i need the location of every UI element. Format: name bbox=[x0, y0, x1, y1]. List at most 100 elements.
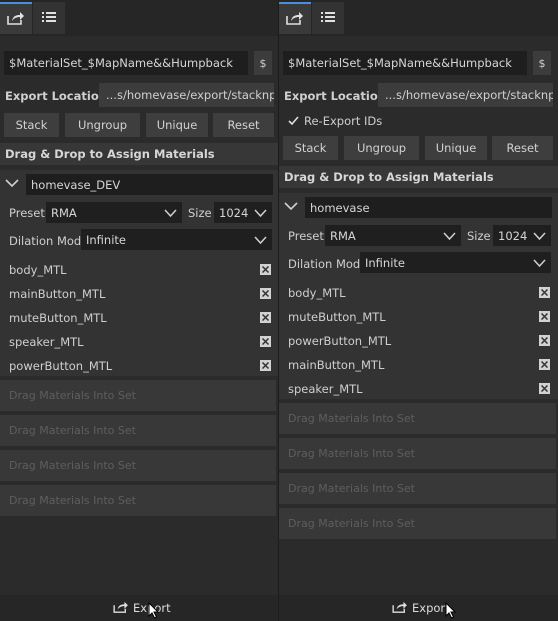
close-icon[interactable] bbox=[539, 383, 550, 394]
material-item: muteButton_MTL bbox=[288, 310, 386, 324]
material-item: mainButton_MTL bbox=[9, 287, 106, 301]
material-item: speaker_MTL bbox=[9, 335, 84, 349]
chevron-down-icon bbox=[254, 236, 267, 245]
material-item: mainButton_MTL bbox=[288, 358, 385, 372]
material-drop-zone[interactable]: Drag Materials Into Set bbox=[0, 380, 276, 411]
section-header: Drag & Drop to Assign Materials bbox=[0, 143, 278, 165]
export-icon bbox=[286, 11, 304, 28]
right-export-panel: $MaterialSet_$MapName&&Humpback $ Export… bbox=[279, 0, 558, 621]
footer-bar: Export bbox=[279, 595, 558, 621]
variables-button[interactable]: $ bbox=[533, 51, 551, 75]
export-button[interactable]: Export bbox=[113, 600, 171, 616]
export-location-field[interactable]: ...s/homevase/export/stacknpack bbox=[378, 83, 553, 107]
left-export-panel: $MaterialSet_$MapName&&Humpback $ Export… bbox=[0, 0, 278, 621]
dilation-mode-label: Dilation Mode bbox=[288, 257, 368, 271]
size-dropdown[interactable]: 1024 bbox=[493, 225, 551, 246]
tab-export[interactable] bbox=[0, 2, 32, 34]
size-value: 1024 bbox=[219, 205, 249, 220]
mouse-cursor-icon bbox=[445, 602, 457, 619]
close-icon[interactable] bbox=[539, 311, 550, 322]
checkmark-icon bbox=[287, 116, 299, 126]
tab-list[interactable] bbox=[312, 2, 344, 34]
preset-label: Preset bbox=[9, 206, 45, 220]
material-item: muteButton_MTL bbox=[9, 311, 107, 325]
material-set: homevase Preset RMA Size 1024 Dilation M… bbox=[279, 193, 558, 399]
chevron-down-icon bbox=[443, 232, 456, 241]
export-location-label: Export Location bbox=[5, 89, 107, 103]
material-set: homevase_DEV Preset RMA Size 1024 Dilati… bbox=[0, 170, 278, 376]
dilation-mode-label: Dilation Mode bbox=[9, 234, 89, 248]
material-drop-zone[interactable]: Drag Materials Into Set bbox=[0, 450, 276, 481]
tab-list[interactable] bbox=[33, 2, 65, 34]
size-value: 1024 bbox=[498, 228, 528, 243]
export-location-field[interactable]: ...s/homevase/export/stacknpack bbox=[99, 83, 274, 107]
close-icon[interactable] bbox=[260, 264, 271, 275]
export-icon bbox=[7, 11, 25, 28]
dilation-mode-dropdown[interactable]: Infinite bbox=[360, 252, 551, 273]
close-icon[interactable] bbox=[260, 288, 271, 299]
reexport-label: Re-Export IDs bbox=[304, 114, 383, 128]
close-icon[interactable] bbox=[260, 336, 271, 347]
material-item: powerButton_MTL bbox=[9, 359, 113, 373]
ungroup-button[interactable]: Ungroup bbox=[65, 113, 140, 137]
dilation-mode-dropdown[interactable]: Infinite bbox=[81, 229, 272, 250]
dilation-mode-value: Infinite bbox=[365, 255, 405, 270]
unique-button[interactable]: Unique bbox=[425, 136, 487, 160]
material-drop-zone[interactable]: Drag Materials Into Set bbox=[279, 508, 556, 539]
tab-export[interactable] bbox=[279, 2, 311, 34]
preset-dropdown[interactable]: RMA bbox=[46, 202, 182, 223]
ungroup-button[interactable]: Ungroup bbox=[344, 136, 419, 160]
tab-bar bbox=[0, 0, 278, 36]
chevron-down-icon bbox=[254, 209, 267, 218]
material-drop-zone[interactable]: Drag Materials Into Set bbox=[279, 403, 556, 434]
close-icon[interactable] bbox=[260, 360, 271, 371]
section-header: Drag & Drop to Assign Materials bbox=[279, 166, 558, 188]
export-label: Export bbox=[412, 601, 450, 615]
variables-button[interactable]: $ bbox=[254, 51, 272, 75]
list-icon bbox=[42, 11, 56, 26]
preset-value: RMA bbox=[330, 228, 356, 243]
set-name-field[interactable]: homevase bbox=[305, 197, 552, 218]
preset-label: Preset bbox=[288, 229, 324, 243]
chevron-down-icon bbox=[164, 209, 177, 218]
material-drop-zone[interactable]: Drag Materials Into Set bbox=[0, 415, 276, 446]
chevron-down-icon[interactable] bbox=[5, 178, 19, 191]
mouse-cursor-icon bbox=[148, 602, 160, 619]
export-location-label: Export Location bbox=[284, 89, 386, 103]
unique-button[interactable]: Unique bbox=[146, 113, 208, 137]
material-item: speaker_MTL bbox=[288, 382, 363, 396]
size-dropdown[interactable]: 1024 bbox=[214, 202, 272, 223]
export-icon bbox=[392, 601, 408, 616]
export-button[interactable]: Export bbox=[392, 600, 450, 616]
material-item: body_MTL bbox=[288, 286, 346, 300]
set-name-field[interactable]: homevase_DEV bbox=[26, 174, 273, 195]
export-icon bbox=[113, 601, 129, 616]
preset-value: RMA bbox=[51, 205, 77, 220]
material-item: body_MTL bbox=[9, 263, 67, 277]
size-label: Size bbox=[467, 229, 491, 243]
tab-bar bbox=[279, 0, 558, 36]
material-drop-zone[interactable]: Drag Materials Into Set bbox=[0, 485, 276, 516]
reset-button[interactable]: Reset bbox=[213, 113, 274, 137]
close-icon[interactable] bbox=[539, 287, 550, 298]
chevron-down-icon bbox=[533, 232, 546, 241]
close-icon[interactable] bbox=[539, 359, 550, 370]
material-item: powerButton_MTL bbox=[288, 334, 392, 348]
chevron-down-icon[interactable] bbox=[284, 201, 298, 214]
preset-dropdown[interactable]: RMA bbox=[325, 225, 461, 246]
reexport-checkbox[interactable] bbox=[287, 115, 299, 127]
size-label: Size bbox=[188, 206, 212, 220]
chevron-down-icon bbox=[533, 259, 546, 268]
name-template-field[interactable]: $MaterialSet_$MapName&&Humpback bbox=[4, 51, 248, 75]
list-icon bbox=[321, 11, 335, 26]
name-template-field[interactable]: $MaterialSet_$MapName&&Humpback bbox=[283, 51, 527, 75]
dilation-mode-value: Infinite bbox=[86, 232, 126, 247]
footer-bar: Export bbox=[0, 595, 278, 621]
stack-button[interactable]: Stack bbox=[283, 136, 338, 160]
material-drop-zone[interactable]: Drag Materials Into Set bbox=[279, 473, 556, 504]
stack-button[interactable]: Stack bbox=[4, 113, 59, 137]
material-drop-zone[interactable]: Drag Materials Into Set bbox=[279, 438, 556, 469]
reset-button[interactable]: Reset bbox=[492, 136, 553, 160]
close-icon[interactable] bbox=[260, 312, 271, 323]
close-icon[interactable] bbox=[539, 335, 550, 346]
